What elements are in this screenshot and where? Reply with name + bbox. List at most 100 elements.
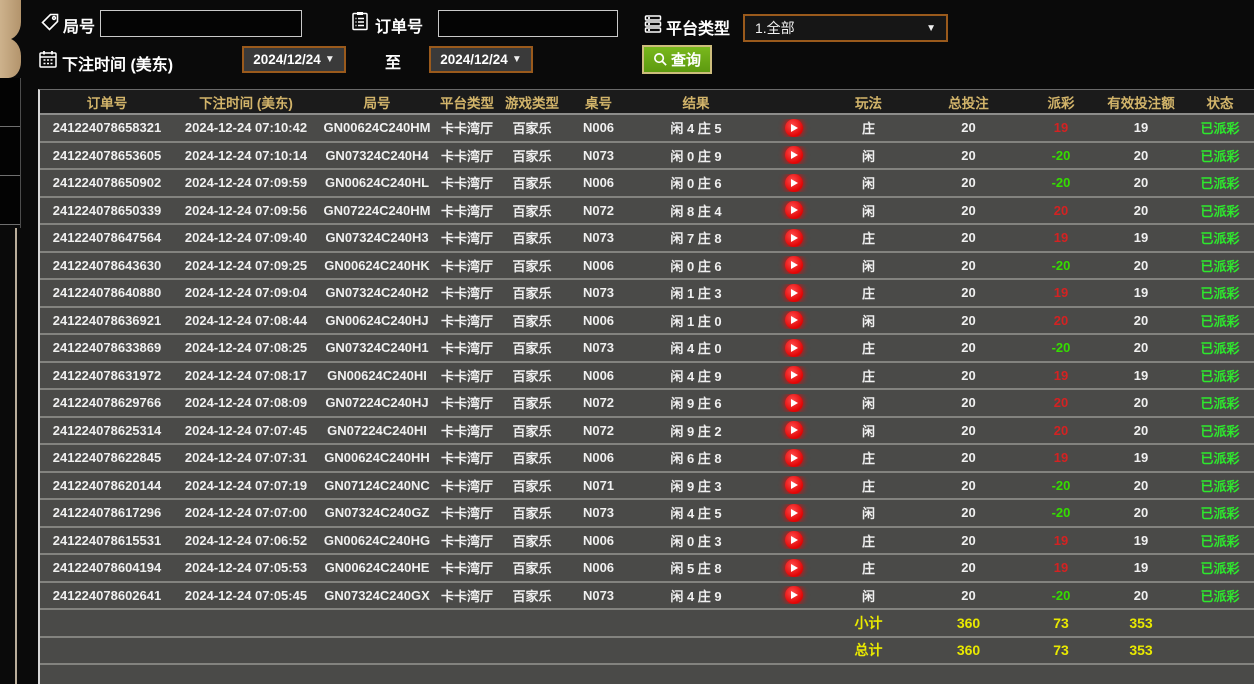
- result-cell: 闲 0 庄 6: [670, 258, 722, 274]
- play-video-icon[interactable]: [784, 118, 803, 137]
- query-button[interactable]: 查询: [642, 45, 712, 74]
- play-video-icon[interactable]: [784, 228, 803, 247]
- bet-time-label: 下注时间 (美东): [62, 57, 174, 74]
- payout-cell: 19: [1053, 285, 1069, 301]
- play-video-icon[interactable]: [784, 421, 803, 440]
- play-video-icon[interactable]: [784, 448, 803, 467]
- table-no-cell: N006: [582, 532, 615, 548]
- platform-cell: 卡卡湾厅: [440, 258, 493, 274]
- col-header-result: 结果: [682, 95, 710, 111]
- game-cell: 百家乐: [512, 148, 552, 164]
- order-cell: 241224078650339: [52, 202, 162, 218]
- order-cell: 241224078604194: [52, 560, 162, 576]
- grand-total-payout: 73: [1053, 642, 1069, 659]
- result-cell: 闲 1 庄 3: [670, 286, 722, 302]
- table-no-cell: N006: [582, 120, 615, 136]
- play-video-icon[interactable]: [784, 393, 803, 412]
- table-no-cell: N073: [582, 230, 615, 246]
- round-cell: GN07324C240GZ: [324, 505, 430, 521]
- table-no-cell: N006: [582, 312, 615, 328]
- game-cell: 百家乐: [512, 506, 552, 522]
- table-row: 241224078602641 2024-12-24 07:05:45 GN0732…: [40, 582, 1254, 610]
- play-video-icon[interactable]: [784, 173, 803, 192]
- status-cell: 已派彩: [1200, 258, 1240, 274]
- play-video-icon[interactable]: [784, 283, 803, 302]
- play-video-icon[interactable]: [784, 531, 803, 550]
- result-cell: 闲 9 庄 2: [670, 423, 722, 439]
- order-cell: 241224078629766: [52, 395, 162, 411]
- bet-time-cell: 2024-12-24 07:10:14: [184, 147, 308, 163]
- play-video-icon[interactable]: [784, 201, 803, 220]
- result-cell: 闲 9 庄 3: [670, 478, 722, 494]
- play-cell: 闲: [861, 396, 875, 412]
- date-to-select[interactable]: 2024/12/24 ▼: [429, 46, 533, 73]
- date-from-select[interactable]: 2024/12/24 ▼: [242, 46, 346, 73]
- bet-cell: 20: [961, 257, 976, 273]
- col-header-order: 订单号: [86, 95, 128, 111]
- round-cell: GN00624C240HK: [324, 257, 430, 273]
- play-cell: 庄: [861, 286, 875, 302]
- play-video-icon[interactable]: [784, 311, 803, 330]
- play-video-icon[interactable]: [784, 558, 803, 577]
- round-cell: GN00624C240HG: [323, 532, 431, 548]
- round-cell: GN07124C240NC: [324, 477, 430, 493]
- subtotal-bet: 360: [956, 614, 981, 631]
- payout-cell: 20: [1053, 312, 1069, 328]
- table-no-cell: N073: [582, 147, 615, 163]
- left-rail-decoration: [0, 0, 21, 40]
- play-video-icon[interactable]: [784, 476, 803, 495]
- result-cell: 闲 4 庄 9: [670, 588, 722, 604]
- col-header-round: 局号: [363, 95, 391, 111]
- order-cell: 241224078620144: [52, 477, 162, 493]
- play-video-icon[interactable]: [784, 338, 803, 357]
- valid-cell: 19: [1133, 560, 1149, 576]
- order-no-input[interactable]: [438, 10, 618, 37]
- bet-cell: 20: [961, 312, 976, 328]
- order-cell: 241224078615531: [52, 532, 162, 548]
- order-cell: 241224078617296: [52, 505, 162, 521]
- valid-cell: 20: [1133, 257, 1149, 273]
- round-no-input[interactable]: [100, 10, 302, 37]
- valid-cell: 20: [1133, 477, 1149, 493]
- play-cell: 闲: [861, 258, 875, 274]
- bet-cell: 20: [961, 505, 976, 521]
- table-row: 241224078629766 2024-12-24 07:08:09 GN0722…: [40, 390, 1254, 418]
- order-no-label: 订单号: [375, 19, 424, 36]
- valid-cell: 20: [1133, 147, 1149, 163]
- bet-time-cell: 2024-12-24 07:07:31: [184, 450, 308, 466]
- bet-time-cell: 2024-12-24 07:08:17: [184, 367, 308, 383]
- play-video-icon[interactable]: [784, 586, 803, 605]
- bet-time-cell: 2024-12-24 07:09:59: [184, 175, 308, 191]
- play-video-icon[interactable]: [784, 146, 803, 165]
- play-video-icon[interactable]: [784, 256, 803, 275]
- result-cell: 闲 0 庄 3: [670, 533, 722, 549]
- status-cell: 已派彩: [1200, 396, 1240, 412]
- platform-type-label: 平台类型: [666, 21, 731, 38]
- play-cell: 闲: [861, 148, 875, 164]
- game-cell: 百家乐: [512, 121, 552, 137]
- grand-total-bet: 360: [956, 642, 981, 659]
- status-cell: 已派彩: [1200, 121, 1240, 137]
- order-cell: 241224078650902: [52, 175, 162, 191]
- game-cell: 百家乐: [512, 231, 552, 247]
- round-cell: GN00624C240HM: [323, 120, 431, 136]
- platform-cell: 卡卡湾厅: [440, 478, 493, 494]
- platform-type-select[interactable]: 1.全部 ▼: [743, 14, 948, 42]
- replay-cell: [761, 338, 826, 357]
- bet-time-cell: 2024-12-24 07:06:52: [184, 532, 308, 548]
- table-row: 241224078604194 2024-12-24 07:05:53 GN0062…: [40, 555, 1254, 583]
- table-no-cell: N006: [582, 450, 615, 466]
- game-cell: 百家乐: [512, 561, 552, 577]
- bet-cell: 20: [961, 147, 976, 163]
- table-row: 241224078615531 2024-12-24 07:06:52 GN0062…: [40, 527, 1254, 555]
- play-cell: 庄: [861, 561, 875, 577]
- table-no-cell: N073: [582, 285, 615, 301]
- bet-time-cell: 2024-12-24 07:07:45: [184, 422, 308, 438]
- replay-cell: [761, 228, 826, 247]
- platform-cell: 卡卡湾厅: [440, 396, 493, 412]
- play-video-icon[interactable]: [784, 366, 803, 385]
- bet-time-cell: 2024-12-24 07:09:40: [184, 230, 308, 246]
- play-video-icon[interactable]: [784, 503, 803, 522]
- bet-cell: 20: [961, 340, 976, 356]
- replay-cell: [761, 256, 826, 275]
